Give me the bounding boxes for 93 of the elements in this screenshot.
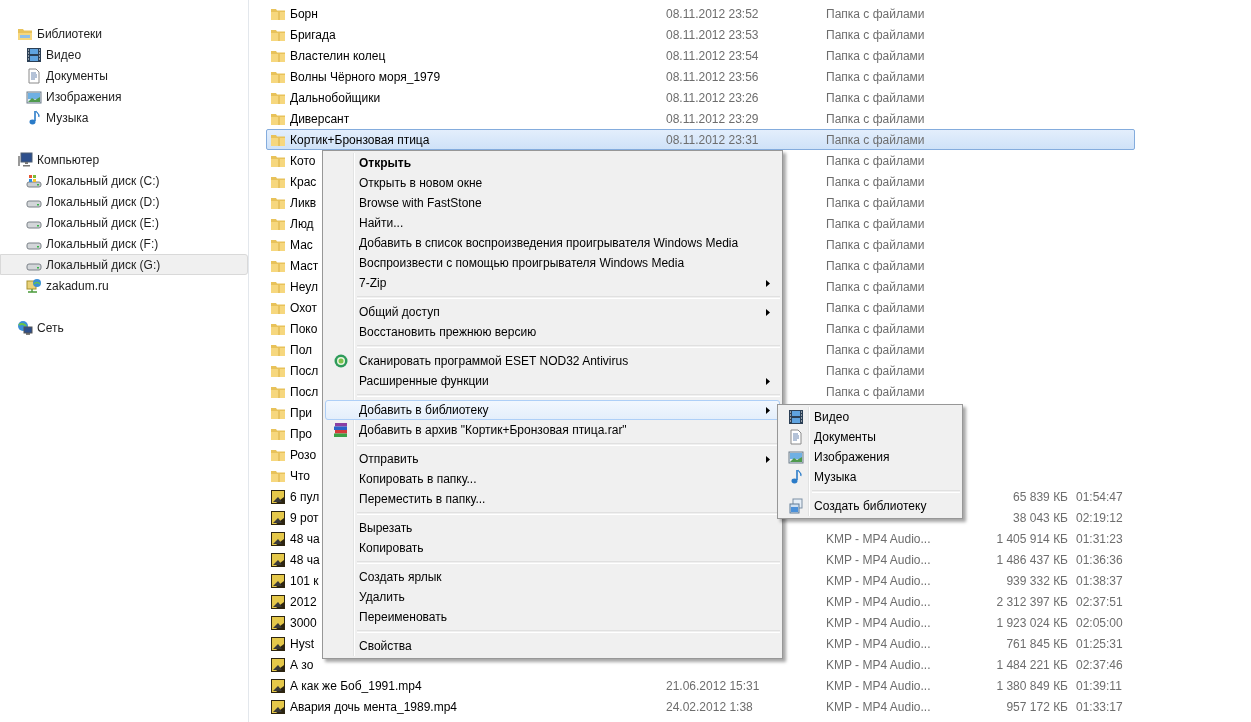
file-name: Дальнобойщики — [290, 90, 381, 105]
date-modified: 24.02.2012 1:38 — [666, 699, 753, 714]
file-name: 3000 — [290, 615, 317, 630]
file-size: 1 380 849 КБ — [995, 678, 1068, 693]
file-name: Что — [290, 468, 311, 483]
duration: 01:39:11 — [1076, 678, 1122, 693]
file-type: KMP - MP4 Audio... — [826, 594, 931, 609]
file-type: Папка с файлами — [826, 90, 925, 105]
date-modified: 08.11.2012 23:29 — [666, 111, 759, 126]
file-name: Про — [290, 426, 312, 441]
file-size: 761 845 КБ — [1005, 636, 1068, 651]
duration: 01:25:31 — [1076, 636, 1123, 651]
file-type: Папка с файлами — [826, 6, 925, 21]
file-size: 38 043 КБ — [1012, 510, 1068, 525]
file-type: Папка с файлами — [826, 195, 925, 210]
file-type: KMP - MP4 Audio... — [826, 699, 931, 714]
file-type: KMP - MP4 Audio... — [826, 657, 931, 672]
file-size: 957 172 КБ — [1005, 699, 1068, 714]
file-name: Маст — [290, 258, 319, 273]
file-name: Бригада — [290, 27, 336, 42]
file-type: Папка с файлами — [826, 216, 925, 231]
file-size: 1 923 024 КБ — [995, 615, 1068, 630]
file-type: Папка с файлами — [826, 279, 925, 294]
file-type: KMP - MP4 Audio... — [826, 531, 931, 546]
file-type: Папка с файлами — [826, 384, 925, 399]
file-name: 9 рот — [290, 510, 319, 525]
file-type: Папка с файлами — [826, 132, 925, 147]
file-type: Папка с файлами — [826, 237, 925, 252]
file-type: Папка с файлами — [826, 363, 925, 378]
file-type: KMP - MP4 Audio... — [826, 678, 931, 693]
date-modified: 08.11.2012 23:31 — [666, 132, 759, 147]
date-modified: 08.11.2012 23:53 — [666, 27, 759, 42]
file-name: Кото — [290, 153, 316, 168]
file-name: Розо — [290, 447, 317, 462]
file-size: 939 332 КБ — [1005, 573, 1068, 588]
file-name: Ликв — [290, 195, 317, 210]
file-type: KMP - MP4 Audio... — [826, 573, 931, 588]
file-name: Посл — [290, 384, 319, 399]
duration: 02:05:00 — [1076, 615, 1123, 630]
file-type: KMP - MP4 Audio... — [826, 615, 931, 630]
file-name: Поко — [290, 321, 318, 336]
file-name: 6 пул — [290, 489, 320, 504]
file-name: Крас — [290, 174, 317, 189]
file-type: KMP - MP4 Audio... — [826, 552, 931, 567]
file-name: Посл — [290, 363, 319, 378]
file-name: Охот — [290, 300, 317, 315]
date-modified: 08.11.2012 23:54 — [666, 48, 759, 63]
file-type: Папка с файлами — [826, 174, 925, 189]
file-name: А как же Боб_1991.mp4 — [290, 678, 422, 693]
duration: 01:54:47 — [1076, 489, 1123, 504]
file-name: Кортик+Бронзовая птица — [290, 132, 430, 147]
file-name: Волны Чёрного моря_1979 — [290, 69, 441, 84]
file-size: 1 405 914 КБ — [995, 531, 1068, 546]
file-name: Борн — [290, 6, 318, 21]
file-name: Пол — [290, 342, 313, 357]
file-type: Папка с файлами — [826, 69, 925, 84]
date-modified: 08.11.2012 23:26 — [666, 90, 759, 105]
duration: 01:36:36 — [1076, 552, 1123, 567]
file-name: Властелин колец — [290, 48, 386, 63]
file-name: Люд — [290, 216, 314, 231]
file-size: 65 839 КБ — [1012, 489, 1068, 504]
duration: 01:33:17 — [1076, 699, 1123, 714]
file-name: 101 к — [290, 573, 319, 588]
file-name: Неул — [290, 279, 318, 294]
duration: 02:19:12 — [1076, 510, 1123, 525]
file-size: 1 484 221 КБ — [995, 657, 1068, 672]
file-type: Папка с файлами — [826, 342, 925, 357]
file-name: Hyst — [290, 636, 314, 651]
date-modified: 08.11.2012 23:56 — [666, 69, 759, 84]
file-size: 1 486 437 КБ — [995, 552, 1068, 567]
date-modified: 08.11.2012 23:52 — [666, 6, 759, 21]
duration: 02:37:51 — [1076, 594, 1123, 609]
file-name: Мас — [290, 237, 313, 252]
file-type: Папка с файлами — [826, 48, 925, 63]
duration: 01:31:23 — [1076, 531, 1123, 546]
file-name: Диверсант — [290, 111, 350, 126]
file-type: Папка с файлами — [826, 300, 925, 315]
date-modified: 21.06.2012 15:31 — [666, 678, 760, 693]
file-name: 2012 — [290, 594, 317, 609]
file-type: Папка с файлами — [826, 111, 925, 126]
file-name: При — [290, 405, 312, 420]
file-name: 48 ча — [290, 552, 320, 567]
file-name: А зо — [290, 657, 314, 672]
file-type: Папка с файлами — [826, 258, 925, 273]
duration: 02:37:46 — [1076, 657, 1123, 672]
file-name: 48 ча — [290, 531, 320, 546]
file-type: KMP - MP4 Audio... — [826, 636, 931, 651]
file-type: Папка с файлами — [826, 27, 925, 42]
file-type: Папка с файлами — [826, 321, 925, 336]
file-type: Папка с файлами — [826, 153, 925, 168]
file-name: Авария дочь мента_1989.mp4 — [290, 699, 457, 714]
file-size: 2 312 397 КБ — [995, 594, 1068, 609]
duration: 01:38:37 — [1076, 573, 1123, 588]
